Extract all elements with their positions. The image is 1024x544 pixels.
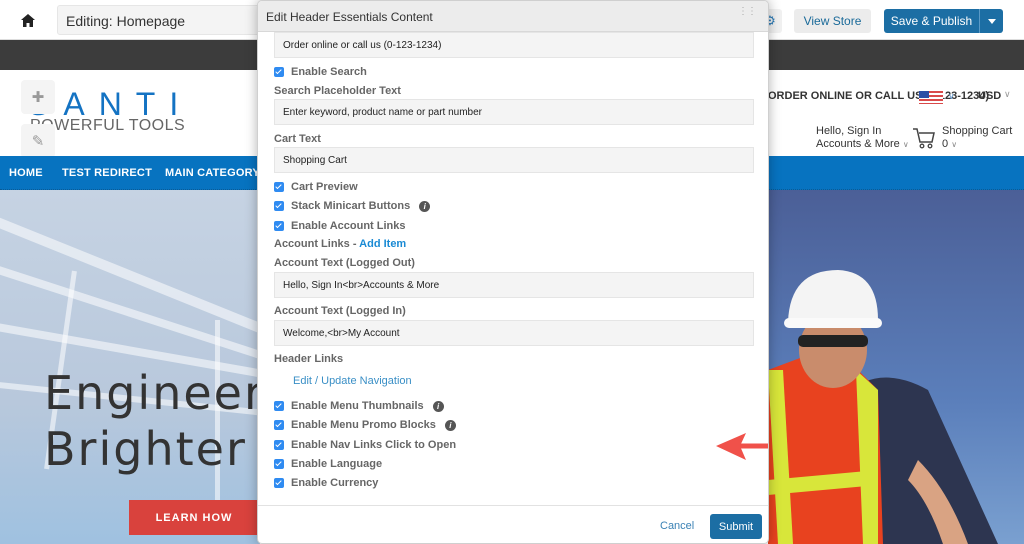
enable-language-label: Enable Language: [291, 458, 383, 470]
annotation-arrow-icon: [716, 433, 768, 460]
caret-down-icon: [987, 18, 996, 24]
enable-currency-label: Enable Currency: [291, 477, 379, 489]
checkbox-checked-icon[interactable]: [274, 201, 284, 211]
cancel-button[interactable]: Cancel: [660, 520, 694, 532]
enable-language-checkbox[interactable]: Enable Language: [274, 458, 382, 470]
cart-text-label: Cart Text: [274, 133, 321, 145]
learn-how-button[interactable]: LEARN HOW: [129, 500, 259, 535]
page-selector[interactable]: Editing: Homepage: [57, 5, 267, 35]
checkbox-checked-icon[interactable]: [274, 401, 284, 411]
chevron-down-icon: ∨: [951, 140, 958, 149]
menu-thumbnails-checkbox[interactable]: Enable Menu Thumbnails i: [274, 400, 444, 412]
pencil-icon: ✎: [31, 133, 45, 150]
checkbox-checked-icon[interactable]: [274, 440, 284, 450]
edit-header-modal: Edit Header Essentials Content ⋮⋮ Order …: [257, 0, 769, 544]
account-logged-out-field[interactable]: Hello, Sign In<br>Accounts & More: [274, 272, 754, 298]
modal-header: Edit Header Essentials Content ⋮⋮: [258, 1, 768, 32]
publish-options-dropdown[interactable]: [979, 9, 1003, 33]
us-flag-icon[interactable]: [919, 91, 943, 104]
language-chevron-icon[interactable]: ∨: [948, 91, 955, 102]
add-item-link[interactable]: Add Item: [359, 238, 406, 250]
stack-minicart-checkbox[interactable]: Stack Minicart Buttons i: [274, 200, 431, 212]
view-store-button[interactable]: View Store: [794, 9, 871, 33]
info-icon[interactable]: i: [432, 400, 444, 412]
enable-search-label: Enable Search: [291, 66, 367, 78]
currency-chevron-icon[interactable]: ∨: [1004, 89, 1011, 100]
cart-text-field[interactable]: Shopping Cart: [274, 147, 754, 173]
account-logged-in-field[interactable]: Welcome,<br>My Account: [274, 320, 754, 346]
search-placeholder-label: Search Placeholder Text: [274, 85, 401, 97]
save-publish-button[interactable]: Save & Publish: [884, 9, 979, 33]
chevron-down-icon: ∨: [902, 140, 909, 149]
info-icon[interactable]: i: [419, 200, 431, 212]
menu-thumbnails-label: Enable Menu Thumbnails: [291, 400, 424, 412]
checkbox-checked-icon[interactable]: [274, 67, 284, 77]
nav-click-open-checkbox[interactable]: Enable Nav Links Click to Open: [274, 439, 456, 451]
edit-navigation-link[interactable]: Edit / Update Navigation: [293, 375, 412, 387]
info-icon[interactable]: i: [444, 419, 456, 431]
account-links-label: Account Links -: [274, 238, 360, 250]
nav-item-home[interactable]: HOME: [9, 167, 43, 179]
search-placeholder-field[interactable]: Enter keyword, product name or part numb…: [274, 99, 754, 125]
enable-search-checkbox[interactable]: Enable Search: [274, 66, 367, 78]
hero-title-line2: Brighter F: [44, 422, 292, 476]
home-button[interactable]: [14, 8, 42, 32]
header-links-label: Header Links: [274, 353, 344, 365]
hero-image-worker: [768, 190, 1024, 544]
currency-selector[interactable]: USD: [978, 90, 1001, 102]
add-block-button[interactable]: ✚: [21, 80, 55, 114]
home-icon: [21, 13, 35, 27]
promo-text: ORDER ONLINE OR CALL US (0-123-1234): [768, 90, 990, 102]
worker-illustration: [768, 270, 998, 544]
enable-account-links-checkbox[interactable]: Enable Account Links: [274, 220, 406, 232]
cart-menu[interactable]: Shopping Cart 0 ∨: [942, 125, 1012, 151]
account-logged-out-label: Account Text (Logged Out): [274, 257, 415, 269]
enable-account-links-label: Enable Account Links: [291, 220, 406, 232]
nav-item-main-category[interactable]: MAIN CATEGORY: [165, 167, 260, 179]
cart-label: Shopping Cart: [942, 125, 1013, 137]
cart-preview-label: Cart Preview: [291, 181, 358, 193]
modal-footer: Cancel Submit: [258, 505, 768, 543]
nav-item-test-redirect[interactable]: TEST REDIRECT: [62, 167, 152, 179]
checkbox-checked-icon[interactable]: [274, 221, 284, 231]
hero-title-line1: Engineeri: [44, 366, 280, 420]
cart-preview-checkbox[interactable]: Cart Preview: [274, 181, 358, 193]
account-line2: Accounts & More: [816, 138, 900, 150]
account-menu[interactable]: Hello, Sign In Accounts & More ∨: [816, 125, 909, 151]
account-line1: Hello, Sign In: [816, 125, 882, 137]
enable-currency-checkbox[interactable]: Enable Currency: [274, 477, 378, 489]
promo-text-field[interactable]: Order online or call us (0-123-1234): [274, 32, 754, 58]
menu-promo-blocks-checkbox[interactable]: Enable Menu Promo Blocks i: [274, 419, 456, 431]
checkbox-checked-icon[interactable]: [274, 182, 284, 192]
drag-handle-icon[interactable]: ⋮⋮: [738, 7, 757, 17]
publish-group: Save & Publish: [884, 9, 1003, 33]
cart-icon[interactable]: [912, 126, 936, 150]
submit-button[interactable]: Submit: [710, 514, 762, 539]
menu-promo-blocks-label: Enable Menu Promo Blocks: [291, 419, 436, 431]
checkbox-checked-icon[interactable]: [274, 459, 284, 469]
account-links-heading: Account Links - Add Item: [274, 238, 406, 250]
nav-click-open-label: Enable Nav Links Click to Open: [291, 439, 457, 451]
checkbox-checked-icon[interactable]: [274, 420, 284, 430]
checkbox-checked-icon[interactable]: [274, 478, 284, 488]
modal-title: Edit Header Essentials Content: [266, 10, 433, 24]
cart-count: 0: [942, 138, 949, 150]
account-logged-in-label: Account Text (Logged In): [274, 305, 406, 317]
plus-icon: ✚: [31, 89, 45, 106]
edit-block-button[interactable]: ✎: [21, 124, 55, 158]
stack-minicart-label: Stack Minicart Buttons: [291, 200, 411, 212]
